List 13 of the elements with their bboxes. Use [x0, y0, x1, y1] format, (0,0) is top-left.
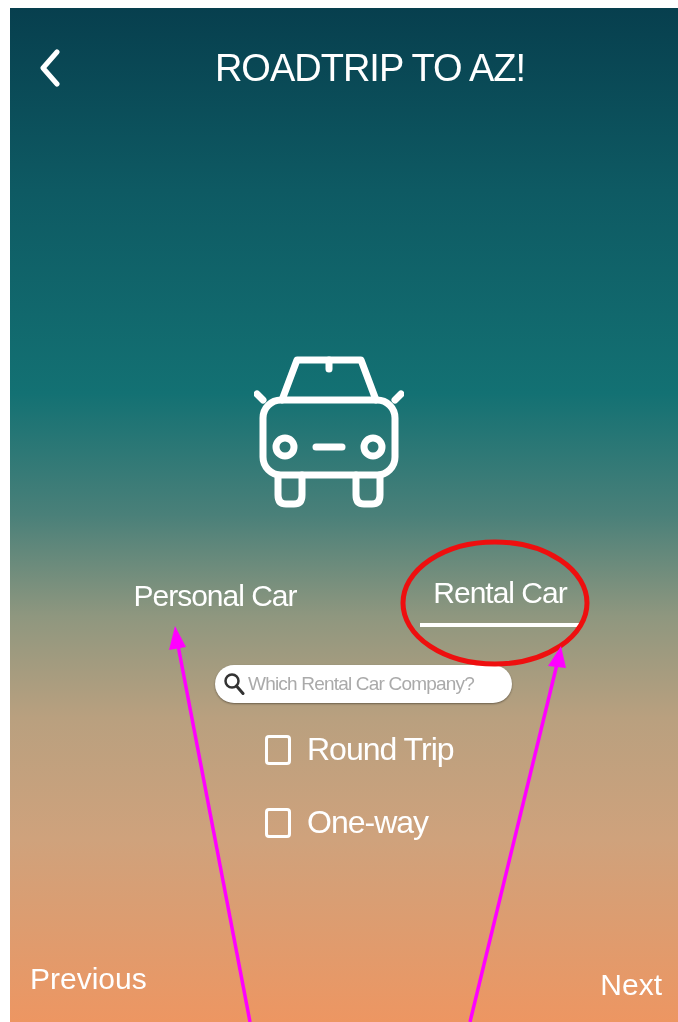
search-field[interactable]: Which Rental Car Company? — [215, 665, 512, 703]
tab[interactable]: Personal Car — [125, 571, 305, 627]
tab[interactable]: Rental Car — [420, 565, 580, 627]
checkbox[interactable] — [265, 734, 291, 765]
back-button[interactable] — [38, 49, 62, 87]
checkbox[interactable] — [265, 807, 291, 838]
next-button[interactable]: Next — [600, 968, 662, 1002]
checkbox-label: Round Trip — [307, 731, 454, 768]
screen-title: ROADTRIP TO AZ! — [213, 46, 527, 90]
checkbox-label: One-way — [307, 804, 429, 841]
car-icon — [254, 355, 404, 510]
previous-button[interactable]: Previous — [30, 962, 147, 996]
search-icon — [223, 672, 245, 696]
